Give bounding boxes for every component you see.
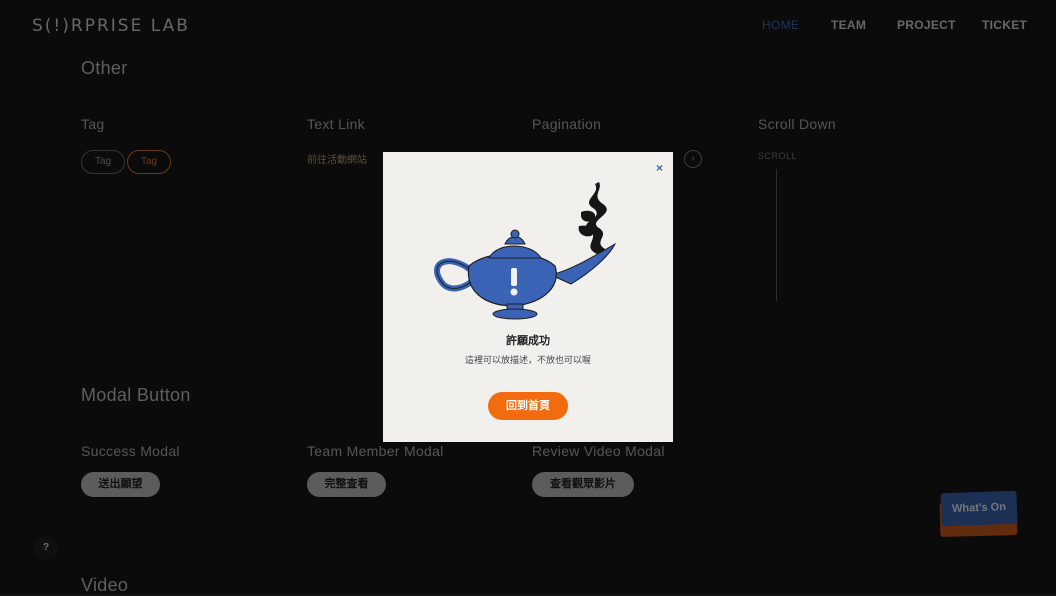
modal-description: 這裡可以放描述，不放也可以喔 [464,355,591,365]
success-modal: × 許願成功 這裡可以放描述，不放也可以喔 回到首頁 [383,152,673,442]
back-to-home-button[interactable]: 回到首頁 [488,392,568,420]
magic-lamp-illustration [434,182,617,320]
modal-title: 許願成功 [506,335,550,347]
close-icon[interactable]: × [656,161,663,175]
